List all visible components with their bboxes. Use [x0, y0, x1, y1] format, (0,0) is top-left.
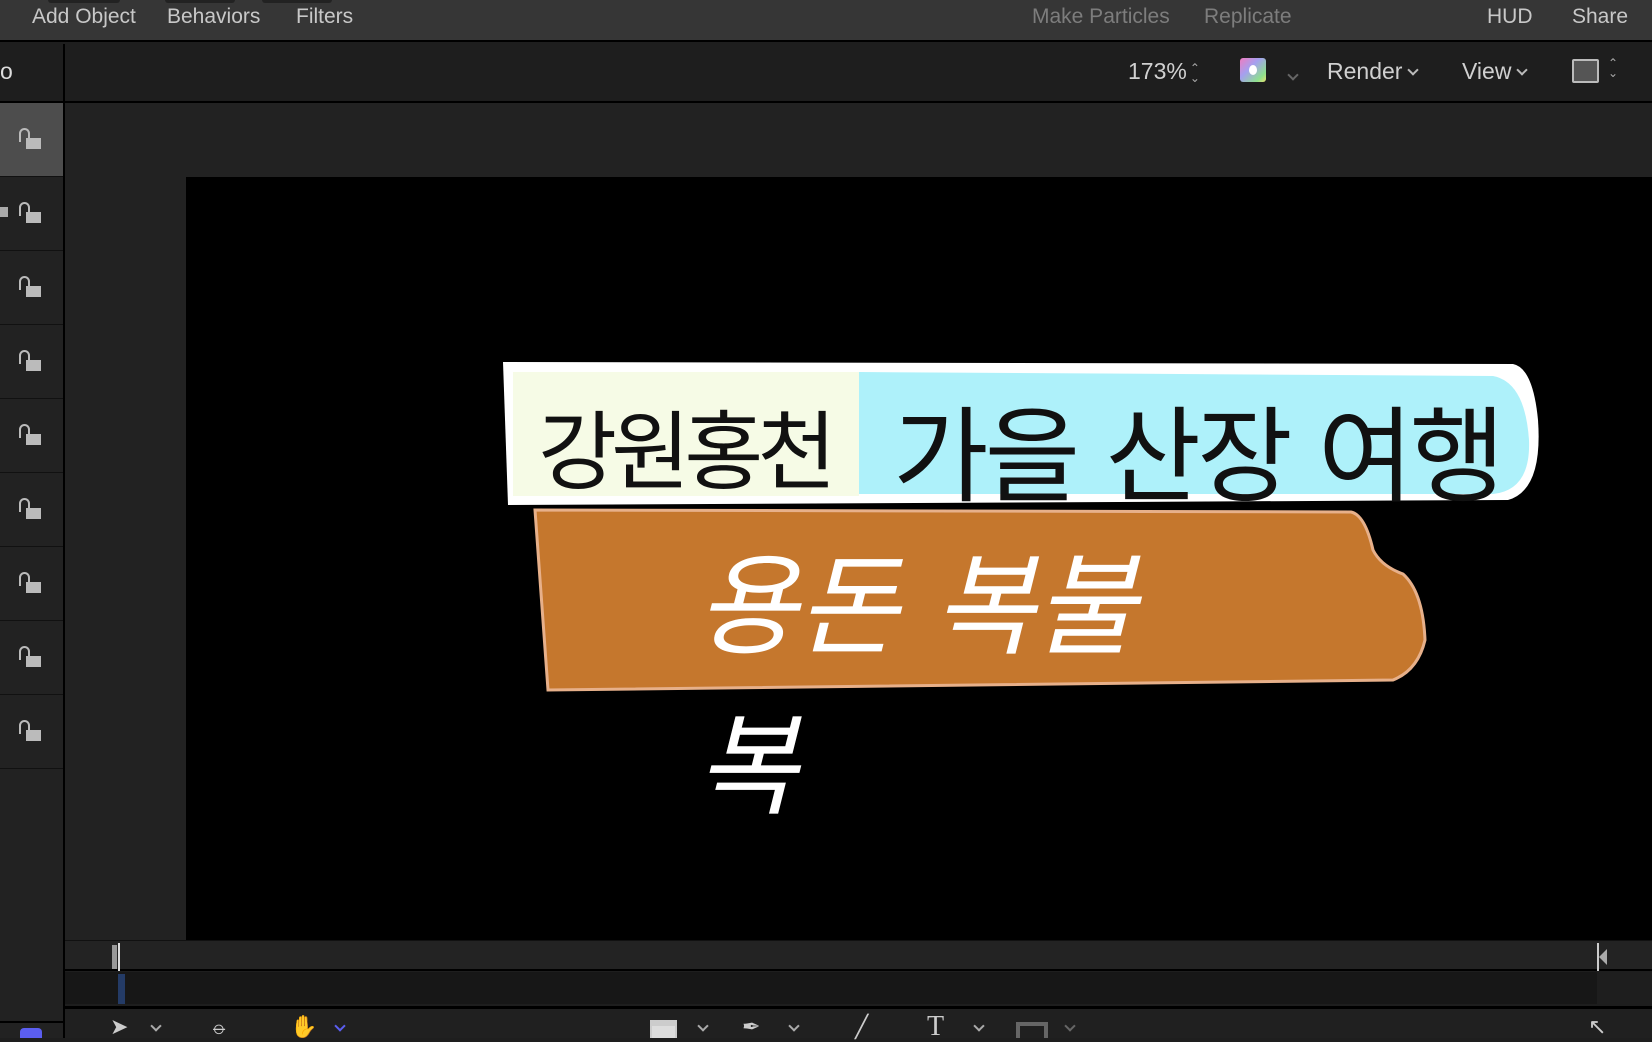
share-button[interactable]: Share	[1572, 5, 1628, 29]
layer-row[interactable]	[0, 177, 63, 251]
timeline-track[interactable]	[65, 972, 1597, 1004]
layers-header-label: o	[0, 58, 13, 84]
menu-bar: Add Object Behaviors Filters Make Partic…	[0, 0, 1652, 42]
pen-tool-icon[interactable]: ✒	[742, 1016, 760, 1038]
expand-icon[interactable]: ↖	[1588, 1016, 1606, 1038]
unlock-icon[interactable]	[19, 572, 43, 594]
chevron-down-icon	[1516, 64, 1529, 76]
stepper-icon[interactable]: ⌃ ⌄	[1608, 57, 1618, 79]
mask-tool-icon[interactable]	[1016, 1022, 1048, 1038]
layer-row[interactable]	[0, 695, 63, 769]
zoom-level-control[interactable]: 173% ⌃ ⌄	[1128, 58, 1200, 85]
unlock-icon[interactable]	[19, 424, 43, 446]
unlock-icon[interactable]	[19, 646, 43, 668]
color-channels-button[interactable]	[1240, 58, 1266, 82]
view-layout-button[interactable]	[1572, 59, 1599, 83]
title-left-text: 강원홍천	[538, 403, 836, 503]
timeline-ruler[interactable]	[65, 940, 1652, 971]
viewer-toolbar: 173% ⌃ ⌄ Render View ⌃ ⌄	[65, 44, 1652, 103]
zoom-level: 173%	[1128, 58, 1187, 84]
view-menu[interactable]: View	[1462, 58, 1529, 85]
layers-header: o	[0, 44, 65, 103]
unlock-icon[interactable]	[19, 498, 43, 520]
filters-button[interactable]: Filters	[296, 5, 353, 29]
clip-marker[interactable]	[118, 974, 125, 1004]
select-tool-icon[interactable]: ➤	[110, 1016, 128, 1038]
rectangle-tool-icon[interactable]	[650, 1020, 677, 1038]
library-icon[interactable]	[20, 1028, 42, 1038]
add-object-button[interactable]: Add Object	[32, 5, 136, 29]
layer-row[interactable]	[0, 325, 63, 399]
layer-row[interactable]	[0, 251, 63, 325]
layer-row[interactable]	[0, 473, 63, 547]
layer-row[interactable]	[0, 547, 63, 621]
replicate-button[interactable]: Replicate	[1204, 5, 1292, 29]
render-label: Render	[1327, 58, 1403, 84]
playhead[interactable]	[112, 945, 122, 969]
layer-row[interactable]	[0, 399, 63, 473]
unlock-icon[interactable]	[19, 276, 43, 298]
orbit-tool-icon[interactable]: ⦵	[210, 1016, 229, 1038]
render-menu[interactable]: Render	[1327, 58, 1420, 85]
unlock-icon[interactable]	[19, 202, 43, 224]
layer-row[interactable]	[0, 103, 63, 177]
view-label: View	[1462, 58, 1512, 84]
unlock-icon[interactable]	[19, 720, 43, 742]
chevron-down-icon	[1407, 64, 1420, 76]
subtitle-text: 용돈 복불복	[696, 543, 1136, 831]
text-tool-icon[interactable]: T	[927, 1013, 944, 1041]
behaviors-button[interactable]: Behaviors	[167, 5, 260, 29]
paint-stroke-tool-icon[interactable]: ╱	[855, 1016, 868, 1038]
stepper-icon: ⌃ ⌄	[1189, 60, 1200, 85]
canvas[interactable]: 강원홍천 가을 산장 여행 용돈 복불복	[186, 177, 1652, 940]
unlock-icon[interactable]	[19, 128, 43, 150]
layers-panel	[0, 103, 65, 1038]
layer-row[interactable]	[0, 621, 63, 695]
unlock-icon[interactable]	[19, 350, 43, 372]
hand-tool-icon[interactable]: ✋	[290, 1016, 317, 1038]
title-right-text: 가을 산장 여행	[893, 396, 1505, 518]
make-particles-button[interactable]: Make Particles	[1032, 5, 1170, 29]
hud-button[interactable]: HUD	[1487, 5, 1533, 29]
chevron-down-icon[interactable]	[1287, 69, 1299, 81]
